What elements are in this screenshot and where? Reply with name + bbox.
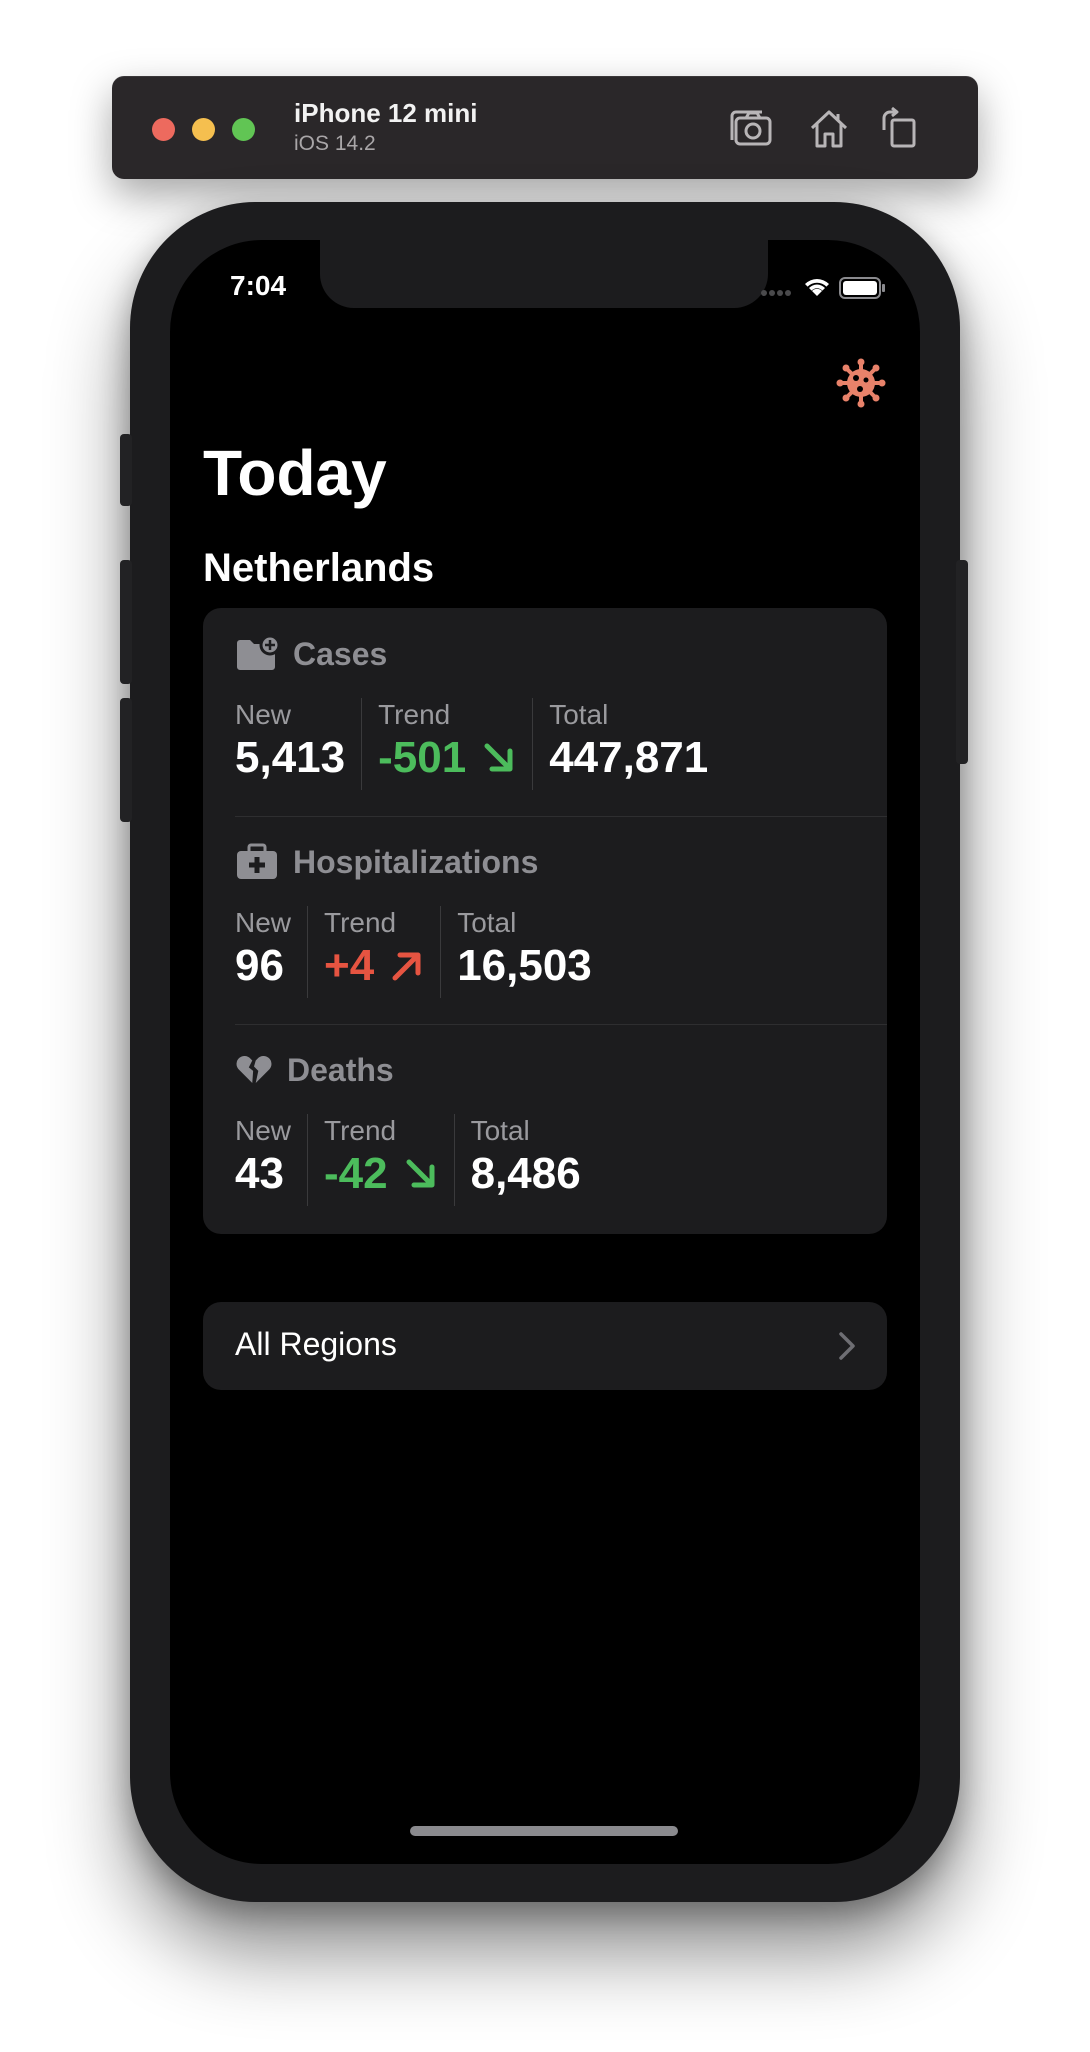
simulator-title-bar: iPhone 12 mini iOS 14.2 [112, 76, 978, 179]
volume-up-button [120, 560, 132, 684]
new-label: New [235, 1115, 292, 1146]
signal-icon [761, 290, 791, 296]
total-label: Total [549, 699, 609, 730]
all-regions-label: All Regions [235, 1326, 397, 1362]
cases-total-value: 447,871 [549, 733, 709, 782]
cases-title: Cases [293, 635, 388, 672]
chevron-right-icon [839, 1332, 855, 1360]
os-version: iOS 14.2 [294, 132, 376, 155]
medical-bag-icon [237, 843, 277, 879]
deaths-trend: Trend -42 [324, 1114, 455, 1206]
zoom-window-button[interactable] [232, 118, 255, 141]
new-label: New [235, 699, 292, 730]
hospitalizations-trend-value: +4 [324, 941, 375, 990]
cases-trend-value: -501 [378, 733, 467, 782]
device-name: iPhone 12 mini [294, 98, 478, 128]
hospitalizations-total: Total 16,503 [457, 906, 608, 998]
mute-switch [120, 434, 132, 506]
new-label: New [235, 907, 292, 938]
arrow-down-right-icon [406, 1159, 435, 1188]
trend-label: Trend [324, 907, 397, 938]
hospitalizations-new-value: 96 [235, 941, 284, 990]
hospitalizations-new: New 96 [235, 906, 309, 998]
page-title: Today [203, 437, 387, 509]
cases-new-value: 5,413 [235, 733, 346, 782]
phone-screen: 7:04 Today Netherlands Cases New 5,413 T… [170, 240, 920, 1864]
home-indicator[interactable] [410, 1826, 678, 1836]
deaths-total: Total 8,486 [471, 1114, 597, 1206]
folder-plus-icon [237, 635, 279, 670]
deaths-total-value: 8,486 [470, 1149, 581, 1198]
arrow-down-right-icon [484, 743, 513, 772]
hospitalizations-total-value: 16,503 [457, 941, 592, 990]
status-icons [760, 272, 890, 302]
volume-down-button [120, 698, 132, 822]
cases-new: New 5,413 [235, 698, 363, 790]
close-window-button[interactable] [152, 118, 175, 141]
hospitalizations-title: Hospitalizations [293, 843, 539, 880]
deaths-trend-value: -42 [324, 1149, 388, 1198]
cases-trend: Trend -501 [378, 698, 534, 790]
deaths-new: New 43 [235, 1114, 309, 1206]
power-button [956, 560, 968, 764]
region-title: Netherlands [203, 546, 435, 590]
minimize-window-button[interactable] [192, 118, 215, 141]
home-icon[interactable] [802, 102, 856, 156]
total-label: Total [457, 907, 517, 938]
wifi-icon [805, 279, 829, 296]
stats-card: Cases New 5,413 Trend -501 Total 447,871… [203, 608, 887, 1234]
deaths-section: Deaths New 43 Trend -42 Total 8,486 [203, 1024, 887, 1232]
all-regions-row[interactable]: All Regions [203, 1302, 887, 1390]
cases-section: Cases New 5,413 Trend -501 Total 447,871 [203, 608, 887, 816]
virus-icon[interactable] [836, 358, 886, 408]
arrow-up-right-icon [392, 952, 421, 981]
cases-total: Total 447,871 [549, 698, 724, 790]
broken-heart-icon [236, 1055, 272, 1083]
total-label: Total [470, 1115, 530, 1146]
trend-label: Trend [378, 699, 451, 730]
notch [320, 240, 768, 308]
screenshot-icon[interactable] [726, 102, 780, 156]
deaths-title: Deaths [287, 1051, 394, 1088]
trend-label: Trend [324, 1115, 397, 1146]
rotate-icon[interactable] [872, 102, 926, 156]
deaths-new-value: 43 [235, 1149, 284, 1198]
simulator-stage: iPhone 12 mini iOS 14.2 7:04 Today Nethe… [0, 0, 1090, 2052]
hospitalizations-trend: Trend +4 [324, 906, 442, 998]
status-time: 7:04 [230, 270, 287, 301]
battery-icon [839, 277, 885, 299]
hospitalizations-section: Hospitalizations New 96 Trend +4 Total 1… [203, 816, 887, 1024]
